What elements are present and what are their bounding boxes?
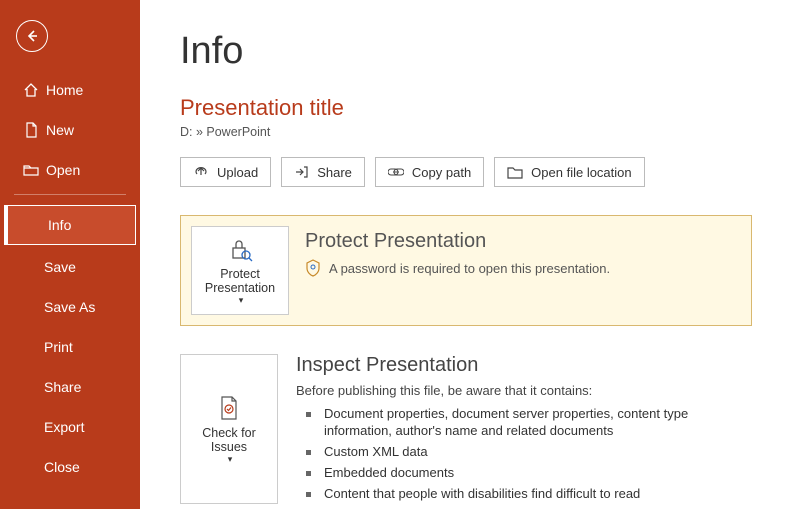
back-arrow-icon	[24, 28, 40, 44]
inspect-list: Document properties, document server pro…	[296, 404, 752, 504]
sidebar-item-export[interactable]: Export	[0, 407, 140, 447]
chevron-down-icon: ▾	[228, 454, 233, 465]
main-content: Info Presentation title D: » PowerPoint …	[140, 0, 794, 509]
sidebar-label: Home	[46, 82, 83, 98]
tile-label: Protect Presentation	[196, 267, 284, 295]
list-item: Content that people with disabilities fi…	[316, 484, 752, 505]
list-item: Embedded documents	[316, 463, 752, 484]
sidebar-item-close[interactable]: Close	[0, 447, 140, 487]
sidebar-item-saveas[interactable]: Save As	[0, 287, 140, 327]
button-label: Open file location	[531, 165, 631, 180]
check-issues-tile[interactable]: Check for Issues ▾	[180, 354, 278, 504]
upload-button[interactable]: Upload	[180, 157, 271, 187]
sidebar-label: Share	[44, 379, 81, 395]
inspect-title: Inspect Presentation	[296, 354, 752, 377]
document-path: D: » PowerPoint	[180, 125, 752, 139]
button-label: Copy path	[412, 165, 471, 180]
button-label: Share	[317, 165, 352, 180]
list-item: Custom XML data	[316, 442, 752, 463]
share-button[interactable]: Share	[281, 157, 365, 187]
home-icon	[22, 82, 40, 98]
protect-presentation-tile[interactable]: Protect Presentation ▾	[191, 226, 289, 315]
protect-panel-body: Protect Presentation A password is requi…	[289, 226, 741, 315]
inspect-section: Check for Issues ▾ Inspect Presentation …	[180, 354, 752, 504]
action-row: Upload Share Copy path Open file locatio…	[180, 157, 752, 187]
inspect-icon	[217, 394, 241, 422]
back-button[interactable]	[16, 20, 48, 52]
security-icon	[305, 259, 321, 277]
link-icon	[388, 166, 404, 178]
protect-panel: Protect Presentation ▾ Protect Presentat…	[180, 215, 752, 326]
sidebar-label: Save	[44, 259, 76, 275]
sidebar-item-home[interactable]: Home	[0, 70, 140, 110]
sidebar-item-share[interactable]: Share	[0, 367, 140, 407]
document-icon	[22, 122, 40, 138]
sidebar-item-save[interactable]: Save	[0, 247, 140, 287]
sidebar-item-info[interactable]: Info	[4, 205, 136, 245]
lock-icon	[227, 235, 253, 263]
sidebar-label: Export	[44, 419, 84, 435]
sidebar-label: Print	[44, 339, 73, 355]
share-icon	[294, 165, 309, 179]
inspect-lead: Before publishing this file, be aware th…	[296, 383, 752, 398]
folder-open-icon	[22, 163, 40, 177]
backstage-sidebar: Home New Open Info Save Save As Print Sh…	[0, 0, 140, 509]
document-title: Presentation title	[180, 95, 752, 121]
protect-title: Protect Presentation	[305, 230, 737, 253]
copy-path-button[interactable]: Copy path	[375, 157, 484, 187]
sidebar-label: Close	[44, 459, 80, 475]
sidebar-separator	[14, 194, 126, 195]
sidebar-label: New	[46, 122, 74, 138]
protect-note: A password is required to open this pres…	[329, 261, 610, 276]
sidebar-item-new[interactable]: New	[0, 110, 140, 150]
open-location-button[interactable]: Open file location	[494, 157, 644, 187]
page-title: Info	[180, 30, 752, 73]
chevron-down-icon: ▾	[239, 295, 244, 306]
sidebar-item-print[interactable]: Print	[0, 327, 140, 367]
sidebar-label: Save As	[44, 299, 95, 315]
sidebar-item-open[interactable]: Open	[0, 150, 140, 190]
tile-label: Check for Issues	[185, 426, 273, 454]
button-label: Upload	[217, 165, 258, 180]
folder-icon	[507, 166, 523, 179]
upload-icon	[193, 165, 209, 179]
sidebar-label: Info	[48, 217, 71, 233]
inspect-body: Inspect Presentation Before publishing t…	[278, 354, 752, 504]
list-item: Document properties, document server pro…	[316, 404, 752, 442]
sidebar-label: Open	[46, 162, 80, 178]
